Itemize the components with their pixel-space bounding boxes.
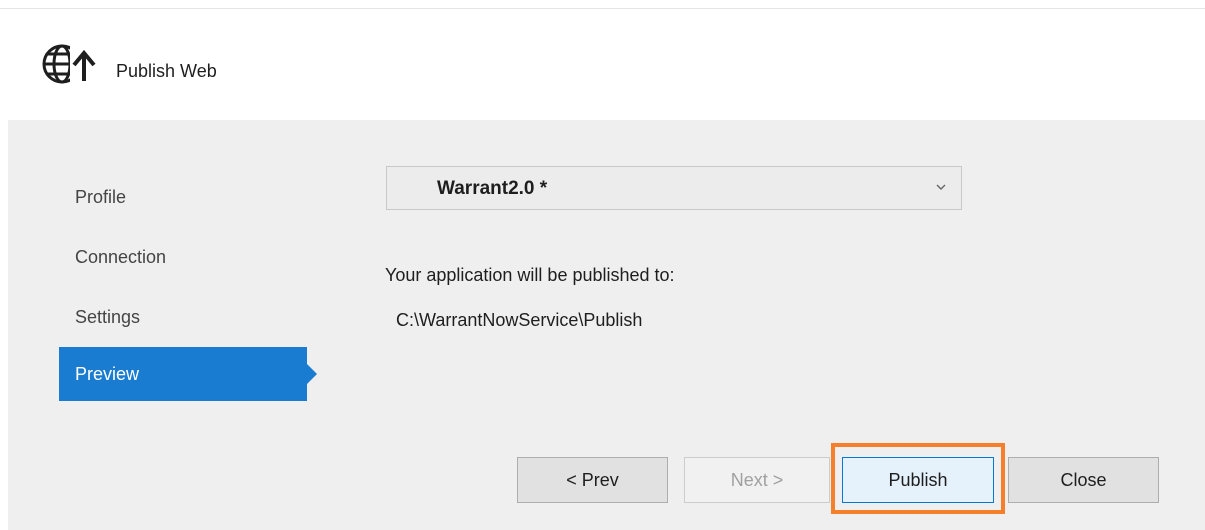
- nav-item-settings[interactable]: Settings: [59, 290, 307, 344]
- globe-upload-icon: [42, 44, 102, 85]
- nav-item-label: Settings: [75, 307, 141, 327]
- nav-item-label: Profile: [75, 187, 127, 207]
- nav-item-profile[interactable]: Profile: [59, 170, 307, 224]
- chevron-down-icon: [936, 184, 946, 190]
- dialog-body: Profile Connection Settings Preview Warr…: [8, 120, 1205, 530]
- dialog-title: Publish Web: [116, 61, 217, 81]
- profile-select-value: Warrant2.0 *: [437, 178, 548, 199]
- nav-item-connection[interactable]: Connection: [59, 230, 307, 284]
- close-button[interactable]: Close: [1008, 457, 1159, 503]
- next-button[interactable]: Next >: [684, 457, 830, 503]
- nav-item-preview[interactable]: Preview: [59, 347, 317, 401]
- profile-select[interactable]: Warrant2.0 *: [386, 166, 962, 210]
- publish-target-label: Your application will be published to:: [385, 265, 675, 285]
- publish-target-path: C:\WarrantNowService\Publish: [396, 310, 643, 330]
- publish-button[interactable]: Publish: [842, 457, 994, 503]
- prev-button[interactable]: < Prev: [517, 457, 668, 503]
- nav-item-label: Connection: [75, 247, 167, 267]
- dialog-header: Publish Web: [8, 9, 1205, 120]
- nav-item-label: Preview: [75, 364, 140, 384]
